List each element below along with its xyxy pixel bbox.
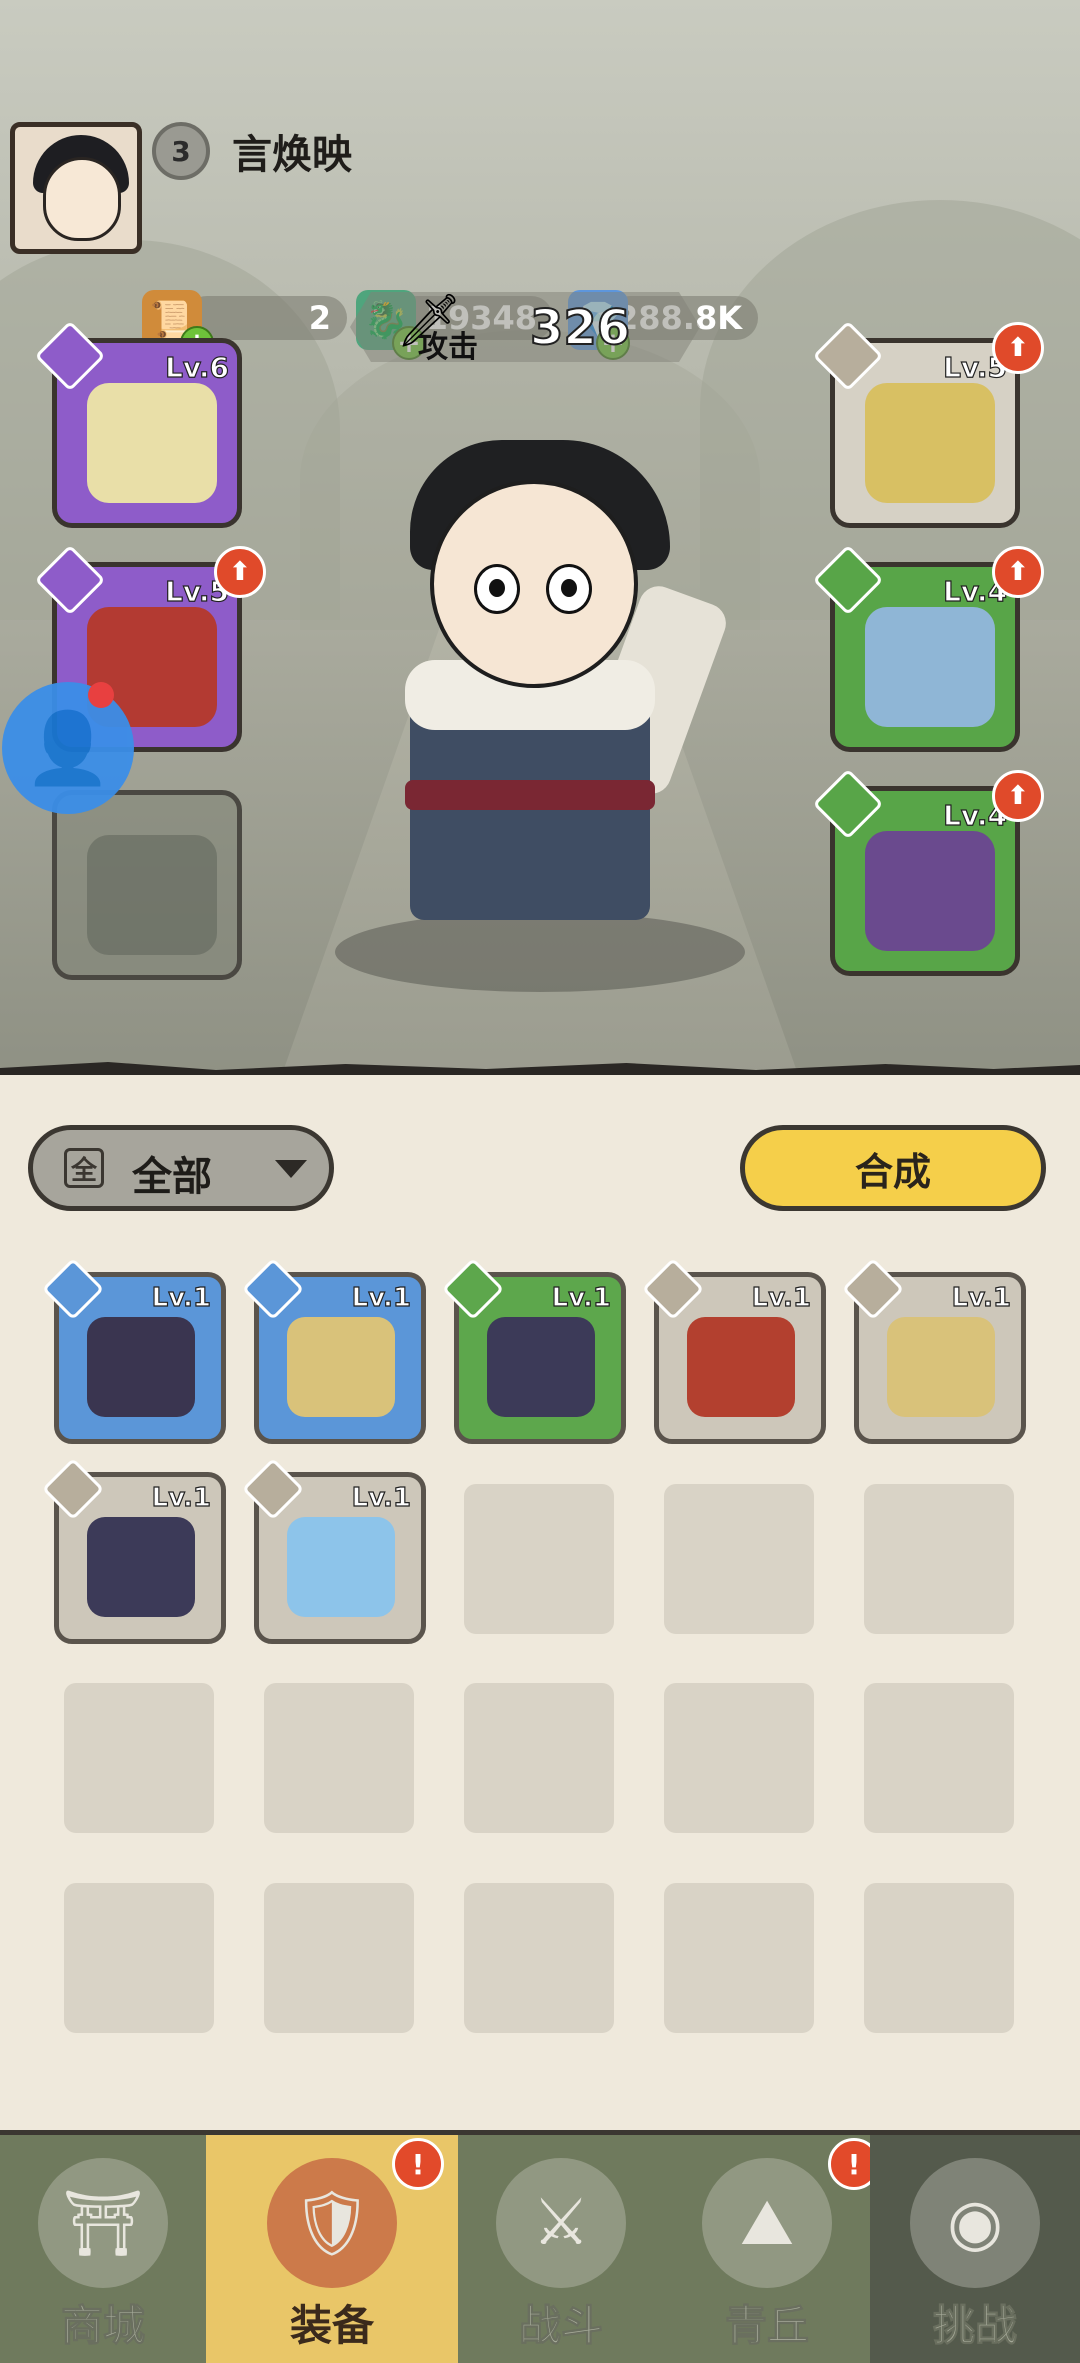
inventory-item[interactable]: Lv.1 bbox=[41, 1457, 226, 1644]
nav-tab-label: 战斗 bbox=[518, 2301, 603, 2351]
item-level: Lv.1 bbox=[151, 1482, 212, 1513]
empty-slot-crest-icon bbox=[87, 835, 217, 955]
equipment-armor-icon: 🛡 bbox=[267, 2158, 397, 2288]
empty-inventory-slot[interactable] bbox=[664, 1683, 814, 1833]
purple-amulet-icon bbox=[865, 831, 995, 951]
attack-label: 攻击 bbox=[418, 330, 478, 365]
equip-slot-boots[interactable]: Lv.4 bbox=[812, 544, 1020, 752]
empty-inventory-slot[interactable] bbox=[864, 1484, 1014, 1634]
item-level: Lv.1 bbox=[351, 1482, 412, 1513]
empty-inventory-slot[interactable] bbox=[264, 1683, 414, 1833]
empty-inventory-slot[interactable] bbox=[664, 1484, 814, 1634]
blue-amulet-icon bbox=[287, 1517, 395, 1617]
empty-inventory-slot[interactable] bbox=[464, 1484, 614, 1634]
empty-inventory-slot[interactable] bbox=[64, 1683, 214, 1833]
challenge-orb-icon: ◉ bbox=[910, 2158, 1040, 2288]
nav-tab-battle[interactable]: ⚔ 战斗 bbox=[458, 2135, 664, 2363]
dark-armor-icon bbox=[87, 1317, 195, 1417]
gold-armor-icon bbox=[887, 1317, 995, 1417]
fan-weapon-icon bbox=[87, 383, 217, 503]
equipment-alert-icon: ! bbox=[392, 2138, 444, 2190]
player-level-badge: 3 bbox=[152, 122, 210, 180]
item-level: Lv.1 bbox=[351, 1282, 412, 1313]
empty-inventory-slot[interactable] bbox=[264, 1883, 414, 2033]
inventory-item[interactable]: Lv.1 bbox=[841, 1257, 1026, 1444]
nav-tab-challenge[interactable]: ◉ 挑战 bbox=[870, 2135, 1080, 2363]
filter-all-icon: 全 bbox=[64, 1148, 104, 1188]
player-name: 言焕映 bbox=[232, 132, 352, 178]
crossed-swords-icon: ⚔ bbox=[496, 2158, 626, 2288]
resource-scroll-value: 2 bbox=[308, 299, 331, 337]
equip-slot-helmet[interactable]: Lv.5 bbox=[812, 320, 1020, 528]
dark-boots-icon bbox=[487, 1317, 595, 1417]
empty-inventory-slot[interactable] bbox=[464, 1883, 614, 2033]
dark-boots-icon bbox=[87, 1517, 195, 1617]
filter-label: 全部 bbox=[132, 1154, 212, 1200]
nav-tab-label: 装备 bbox=[289, 2301, 374, 2350]
inventory-item[interactable]: Lv.1 bbox=[641, 1257, 826, 1444]
empty-inventory-slot[interactable] bbox=[864, 1883, 1014, 2033]
equip-slot-empty[interactable] bbox=[52, 790, 242, 980]
mountain-icon: ⛰ bbox=[702, 2158, 832, 2288]
inventory-item[interactable]: Lv.1 bbox=[241, 1257, 426, 1444]
shop-pagoda-icon: ⛩ bbox=[38, 2158, 168, 2288]
player-avatar[interactable] bbox=[10, 122, 142, 254]
merge-button[interactable]: 合成 bbox=[740, 1125, 1046, 1211]
attack-value: 326 bbox=[529, 299, 631, 357]
nav-tab-label: 青丘 bbox=[724, 2301, 809, 2351]
item-level: Lv.1 bbox=[951, 1282, 1012, 1313]
character-belt bbox=[405, 780, 655, 810]
inventory-item[interactable]: Lv.1 bbox=[241, 1457, 426, 1644]
empty-inventory-slot[interactable] bbox=[464, 1683, 614, 1833]
inventory-item[interactable]: Lv.1 bbox=[41, 1257, 226, 1444]
item-level: Lv.1 bbox=[551, 1282, 612, 1313]
gold-helmet-icon bbox=[865, 383, 995, 503]
amulet-upgrade-icon: ⬆ bbox=[992, 770, 1044, 822]
equip-slot-weapon[interactable]: Lv.6 bbox=[34, 320, 242, 528]
weapon-level: Lv.6 bbox=[164, 350, 229, 384]
chevron-down-icon bbox=[275, 1160, 307, 1178]
nav-tab-label: 商城 bbox=[60, 2301, 145, 2351]
character-head[interactable] bbox=[430, 480, 638, 688]
boots-upgrade-icon: ⬆ bbox=[992, 546, 1044, 598]
empty-inventory-slot[interactable] bbox=[664, 1883, 814, 2033]
empty-inventory-slot[interactable] bbox=[864, 1683, 1014, 1833]
notification-dot bbox=[88, 682, 114, 708]
armor-upgrade-icon: ⬆ bbox=[214, 546, 266, 598]
floating-user-icon[interactable]: 👤 bbox=[2, 682, 134, 814]
gold-armor-icon bbox=[287, 1317, 395, 1417]
equip-slot-amulet[interactable]: Lv.4 bbox=[812, 768, 1020, 976]
item-level: Lv.1 bbox=[151, 1282, 212, 1313]
inventory-item[interactable]: Lv.1 bbox=[441, 1257, 626, 1444]
ice-boots-icon bbox=[865, 607, 995, 727]
helmet-upgrade-icon: ⬆ bbox=[992, 322, 1044, 374]
item-level: Lv.1 bbox=[751, 1282, 812, 1313]
empty-inventory-slot[interactable] bbox=[64, 1883, 214, 2033]
nav-tab-shop[interactable]: ⛩ 商城 bbox=[0, 2135, 206, 2363]
nav-tab-label: 挑战 bbox=[932, 2301, 1017, 2351]
red-armor-icon bbox=[687, 1317, 795, 1417]
character-shadow bbox=[335, 912, 745, 992]
